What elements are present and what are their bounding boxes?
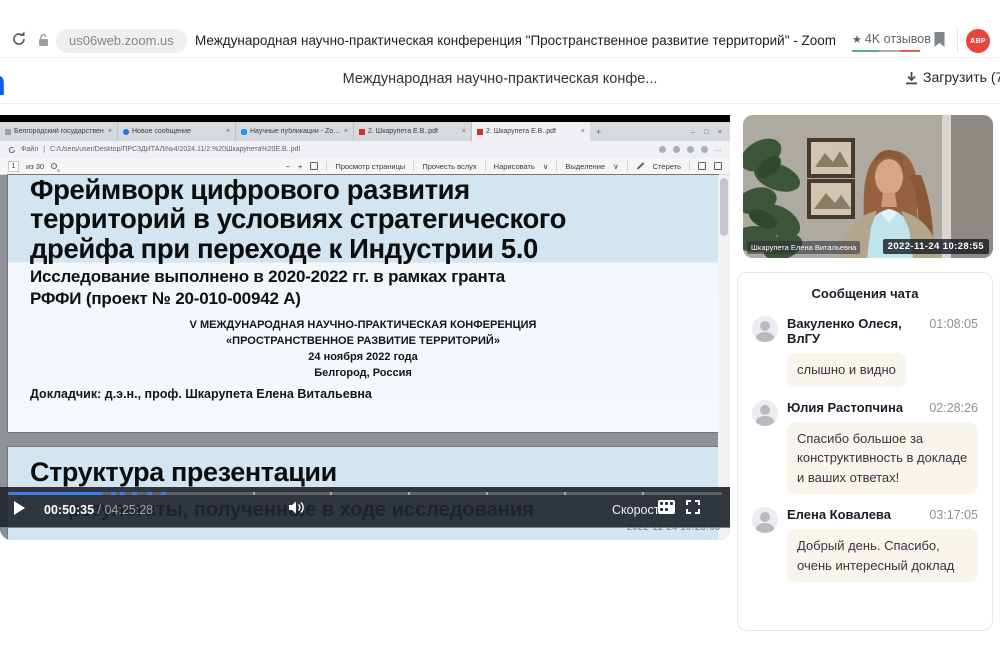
adblock-extension-icon[interactable]: ABP — [966, 29, 990, 53]
reviews-underline — [852, 50, 920, 52]
fullscreen-icon[interactable] — [686, 500, 700, 514]
bookmark-icon[interactable] — [933, 31, 946, 48]
pdf-view-label: Просмотр страницы — [335, 162, 405, 171]
chat-message: Елена Ковалева 03:17:05 Добрый день. Спа… — [752, 507, 978, 582]
shared-tab: Белгородский государствен× — [0, 122, 118, 141]
search-icon — [51, 163, 57, 169]
slide-title: Фреймворк цифрового развития территорий … — [30, 175, 566, 263]
slide-conference-block: V МЕЖДУНАРОДНАЯ НАУЧНО-ПРАКТИЧЕСКАЯ КОНФ… — [8, 318, 718, 382]
play-button[interactable] — [14, 501, 25, 515]
chat-time: 02:28:26 — [929, 401, 978, 415]
pdf-read-aloud-label: Прочесть вслух — [422, 162, 476, 171]
tab-close-icon: × — [108, 128, 112, 135]
shared-tab-active: 2. Шкарупета Е.В..pdf× — [472, 122, 590, 141]
volume-icon[interactable] — [288, 500, 306, 515]
page: us06web.zoom.us Международная научно-пра… — [0, 0, 1000, 666]
chat-message: Вакуленко Олеся, ВлГУ 01:08:05 слышно и … — [752, 316, 978, 387]
shared-tab: 2. Шкарупета Е.В..pdf× — [354, 122, 472, 141]
video-player[interactable]: Белгородский государствен× Новое сообщен… — [0, 115, 730, 540]
chat-panel: Сообщения чата Вакуленко Олеся, ВлГУ 01:… — [737, 272, 993, 631]
player-controls: 00:50:35 / 04:25:28 Скорость — [0, 487, 730, 528]
pdf-erase-label: Стереть — [653, 162, 681, 171]
chevron-down-icon: ∨ — [543, 162, 549, 171]
chat-header: Сообщения чата — [752, 286, 978, 301]
chat-time: 01:08:05 — [929, 317, 978, 331]
pdf-scrollbar[interactable] — [718, 175, 730, 540]
print-icon — [714, 162, 722, 170]
extension-icons: … — [659, 146, 722, 153]
lock-icon — [37, 33, 50, 48]
address-bar[interactable]: us06web.zoom.us — [56, 29, 187, 53]
avatar — [752, 316, 778, 342]
chat-bubble: слышно и видно — [787, 353, 906, 387]
star-icon: ★ — [852, 34, 862, 46]
shared-tab: Новое сообщение× — [118, 122, 236, 141]
site-favicon — [123, 129, 129, 135]
chat-bubble: Добрый день. Спасибо, очень интересный д… — [787, 529, 978, 582]
pdf-page-input: 1 — [8, 161, 19, 172]
avatar — [752, 507, 778, 533]
pdf-content-area: Фреймворк цифрового развития территорий … — [0, 175, 730, 540]
more-icon: … — [715, 146, 722, 153]
reload-icon[interactable] — [10, 30, 28, 48]
shared-tab: Научные публикации - Zoom× — [236, 122, 354, 141]
avatar — [752, 400, 778, 426]
tab-close-icon: × — [344, 128, 348, 135]
chat-author: Вакуленко Олеся, ВлГУ — [787, 316, 929, 346]
tab-close-icon: × — [226, 128, 230, 135]
fit-page-icon — [310, 162, 318, 170]
zoom-favicon — [241, 129, 247, 135]
chat-bubble: Спасибо большое за конструктивность в до… — [787, 422, 978, 495]
browser-toolbar: us06web.zoom.us Международная научно-пра… — [0, 0, 1000, 58]
zoom-in-icon: + — [298, 162, 302, 171]
save-icon — [698, 162, 706, 170]
pdf-draw-label: Нарисовать — [494, 162, 535, 171]
chevron-down-icon: ∨ — [613, 162, 619, 171]
slide-speaker-line: Докладчик: д.э.н., проф. Шкарупета Елена… — [30, 387, 372, 401]
seek-bar[interactable] — [8, 492, 722, 495]
speaker-webcam-video[interactable]: Шкарупета Елена Витальевна 2022-11-24 10… — [743, 115, 993, 258]
tab-close-icon: × — [581, 128, 585, 135]
shared-screen-addressbar: Файл | C:/Users/user/Desktop/ПРС3ДИТАЛ/№… — [0, 141, 730, 158]
tab-close-icon: × — [462, 128, 466, 135]
chat-author: Юлия Растопчина — [787, 400, 903, 415]
recording-title: Международная научно-практическая конфе.… — [0, 71, 1000, 87]
zoom-header: m Международная научно-практическая конф… — [0, 58, 1000, 104]
chat-message: Юлия Растопчина 02:28:26 Спасибо большое… — [752, 400, 978, 495]
window-controls: – □ × — [683, 122, 730, 141]
webcam-timestamp: 2022-11-24 10:28:55 — [883, 239, 989, 254]
chat-author: Елена Ковалева — [787, 507, 891, 522]
shared-screen-tabbar: Белгородский государствен× Новое сообщен… — [0, 122, 730, 141]
maximize-icon: □ — [704, 127, 709, 136]
pdf-toolbar: 1 из 30 − + Просмотр страницы Прочесть в… — [0, 158, 730, 175]
download-icon — [905, 72, 918, 85]
zoom-out-icon: − — [286, 162, 290, 171]
site-favicon — [5, 129, 11, 135]
file-path: C:/Users/user/Desktop/ПРС3ДИТАЛ/№4/2024.… — [50, 146, 300, 153]
minimize-icon: – — [691, 127, 695, 136]
toolbar-divider — [957, 28, 958, 54]
thumbnails-icon[interactable] — [658, 500, 675, 514]
pdf-favicon — [359, 129, 365, 135]
slide-page-1: Фреймворк цифрового развития территорий … — [8, 175, 718, 432]
time-display: 00:50:35 / 04:25:28 — [44, 503, 153, 517]
pdf-scroll-thumb[interactable] — [720, 178, 728, 236]
slide2-title: Структура презентации — [30, 457, 337, 488]
browser-page-title: Международная научно-практическая конфер… — [195, 33, 836, 48]
file-scheme-label: Файл — [21, 146, 38, 153]
webcam-scene — [743, 115, 993, 258]
webcam-name-label: Шкарупета Елена Витальевна — [747, 241, 860, 254]
reload-icon — [8, 146, 16, 154]
new-tab-icon: + — [590, 122, 607, 141]
pdf-page-count: из 30 — [26, 162, 44, 171]
download-button[interactable]: Загрузить (7 ф — [905, 69, 1000, 93]
chat-time: 03:17:05 — [929, 508, 978, 522]
slide-grant-text: Исследование выполнено в 2020-2022 гг. в… — [30, 266, 505, 309]
pdf-highlight-label: Выделение — [565, 162, 605, 171]
pdf-favicon — [477, 129, 483, 135]
seek-progress — [8, 492, 103, 495]
reviews-link[interactable]: ★4K отзывов — [852, 32, 931, 46]
close-icon: × — [718, 127, 722, 136]
eraser-icon — [636, 162, 644, 170]
